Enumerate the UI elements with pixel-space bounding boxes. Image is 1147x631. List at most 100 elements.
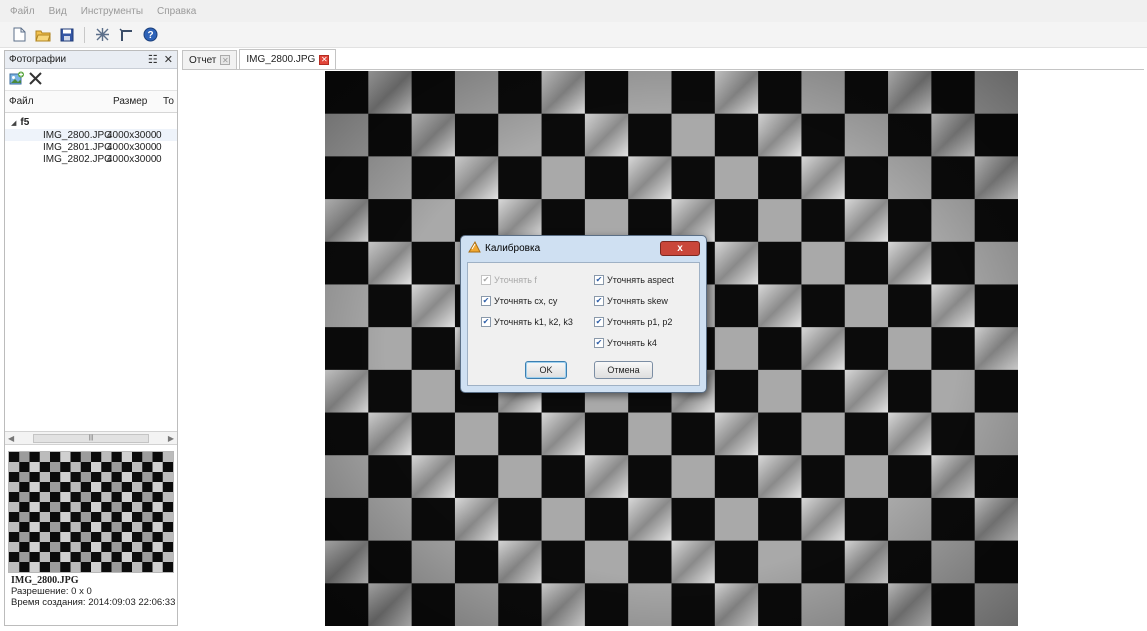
dark-square xyxy=(29,512,41,523)
menu-file[interactable]: Файл xyxy=(10,6,35,17)
file-name: IMG_2802.JPG xyxy=(43,153,112,165)
dark-square xyxy=(9,552,20,563)
file-row[interactable]: IMG_2802.JPG 4000x3000 0 xyxy=(5,153,177,165)
light-square xyxy=(121,552,133,563)
light-square xyxy=(39,472,51,483)
tab-label: Отчет xyxy=(189,54,217,66)
dialog-close-button[interactable]: x xyxy=(660,240,700,256)
light-square xyxy=(50,522,61,533)
dark-square xyxy=(60,562,71,572)
refine-k1-k2-k3-checkbox[interactable]: ✔ Уточнять k1, k2, k3 xyxy=(481,317,573,327)
dialog-title-bar[interactable]: Калибровка x xyxy=(461,236,706,260)
remove-photo-icon[interactable] xyxy=(28,71,43,89)
file-row[interactable]: IMG_2801.JPG 4000x3000 0 xyxy=(5,141,177,153)
menu-help[interactable]: Справка xyxy=(157,6,196,17)
light-square xyxy=(121,512,133,523)
file-row[interactable]: IMG_2800.JPG 4000x3000 0 xyxy=(5,129,177,141)
dark-square xyxy=(70,512,82,523)
column-size[interactable]: Размер xyxy=(109,96,159,107)
dark-square xyxy=(91,552,102,563)
dark-square xyxy=(121,522,133,533)
collapse-arrow-icon[interactable]: ◢ xyxy=(11,119,16,127)
add-photos-icon[interactable] xyxy=(9,71,24,89)
light-square xyxy=(60,512,71,523)
menu-tools[interactable]: Инструменты xyxy=(81,6,143,17)
dark-square xyxy=(39,482,51,493)
dark-square xyxy=(121,562,133,572)
tab-report[interactable]: Отчет ✕ xyxy=(182,50,238,69)
light-square xyxy=(162,512,173,523)
new-file-icon[interactable] xyxy=(10,26,28,44)
horizontal-scrollbar[interactable]: ◀ ||| ▶ xyxy=(5,431,177,445)
light-square xyxy=(50,542,61,553)
column-file[interactable]: Файл xyxy=(5,96,109,107)
close-icon[interactable]: ✕ xyxy=(319,54,330,65)
dark-square xyxy=(101,482,112,493)
dark-square xyxy=(39,562,51,572)
light-square xyxy=(19,452,30,463)
calibrate-icon[interactable] xyxy=(93,26,111,44)
refine-p1-p2-checkbox[interactable]: ✔ Уточнять p1, p2 xyxy=(594,317,672,327)
dark-square xyxy=(60,542,71,553)
dark-square xyxy=(132,492,143,503)
dark-square xyxy=(29,452,41,463)
calibration-dialog: Калибровка x ✔ Уточнять f ✔ Уточнять asp… xyxy=(460,235,707,393)
document-tabs: Отчет ✕ IMG_2800.JPG ✕ xyxy=(182,49,1144,70)
dark-square xyxy=(19,542,30,553)
dark-square xyxy=(70,532,82,543)
dark-square xyxy=(91,532,102,543)
dark-square xyxy=(70,452,82,463)
photos-panel-toolbar xyxy=(5,69,177,91)
photo-info: IMG_2800.JPG Разрешение: 0 x 0 Время соз… xyxy=(11,575,177,608)
light-square xyxy=(19,512,30,523)
float-panel-icon[interactable]: ☷ xyxy=(148,53,158,66)
help-icon[interactable]: ? xyxy=(141,26,159,44)
dark-square xyxy=(121,482,133,493)
dark-square xyxy=(162,542,173,553)
light-square xyxy=(60,492,71,503)
refine-f-checkbox[interactable]: ✔ Уточнять f xyxy=(481,275,537,285)
light-square xyxy=(50,562,61,572)
dark-square xyxy=(29,472,41,483)
light-square xyxy=(142,512,153,523)
refine-skew-checkbox[interactable]: ✔ Уточнять skew xyxy=(594,296,668,306)
dark-square xyxy=(152,532,164,543)
light-square xyxy=(111,502,123,513)
light-square xyxy=(80,512,92,523)
save-icon[interactable] xyxy=(58,26,76,44)
light-square xyxy=(19,552,30,563)
scroll-left-icon[interactable]: ◀ xyxy=(8,434,14,443)
dark-square xyxy=(162,502,173,513)
refine-aspect-checkbox[interactable]: ✔ Уточнять aspect xyxy=(594,275,674,285)
check-icon: ✔ xyxy=(481,275,491,285)
light-square xyxy=(39,552,51,563)
light-square xyxy=(101,532,112,543)
dark-square xyxy=(80,482,92,493)
scrollbar-thumb[interactable]: ||| xyxy=(33,433,149,443)
light-square xyxy=(29,562,41,572)
crop-icon[interactable] xyxy=(117,26,135,44)
light-square xyxy=(152,522,164,533)
dark-square xyxy=(9,512,20,523)
light-square xyxy=(142,452,153,463)
cancel-button[interactable]: Отмена xyxy=(594,361,653,379)
light-square xyxy=(132,502,143,513)
light-square xyxy=(80,472,92,483)
tab-image[interactable]: IMG_2800.JPG ✕ xyxy=(239,49,337,69)
open-folder-icon[interactable] xyxy=(34,26,52,44)
check-icon: ✔ xyxy=(594,275,604,285)
refine-cx-cy-checkbox[interactable]: ✔ Уточнять cx, cy xyxy=(481,296,557,306)
dark-square xyxy=(111,452,123,463)
dark-square xyxy=(91,492,102,503)
dark-square xyxy=(19,502,30,513)
ok-button[interactable]: OK xyxy=(525,361,567,379)
close-icon[interactable]: ✕ xyxy=(220,55,231,65)
light-square xyxy=(101,452,112,463)
column-points[interactable]: То xyxy=(159,96,177,107)
menu-view[interactable]: Вид xyxy=(49,6,67,17)
scroll-right-icon[interactable]: ▶ xyxy=(168,434,174,443)
dark-square xyxy=(162,462,173,473)
close-panel-icon[interactable]: ✕ xyxy=(164,53,173,66)
refine-k4-checkbox[interactable]: ✔ Уточнять k4 xyxy=(594,338,657,348)
folder-node[interactable]: ◢ f5 xyxy=(5,116,177,129)
